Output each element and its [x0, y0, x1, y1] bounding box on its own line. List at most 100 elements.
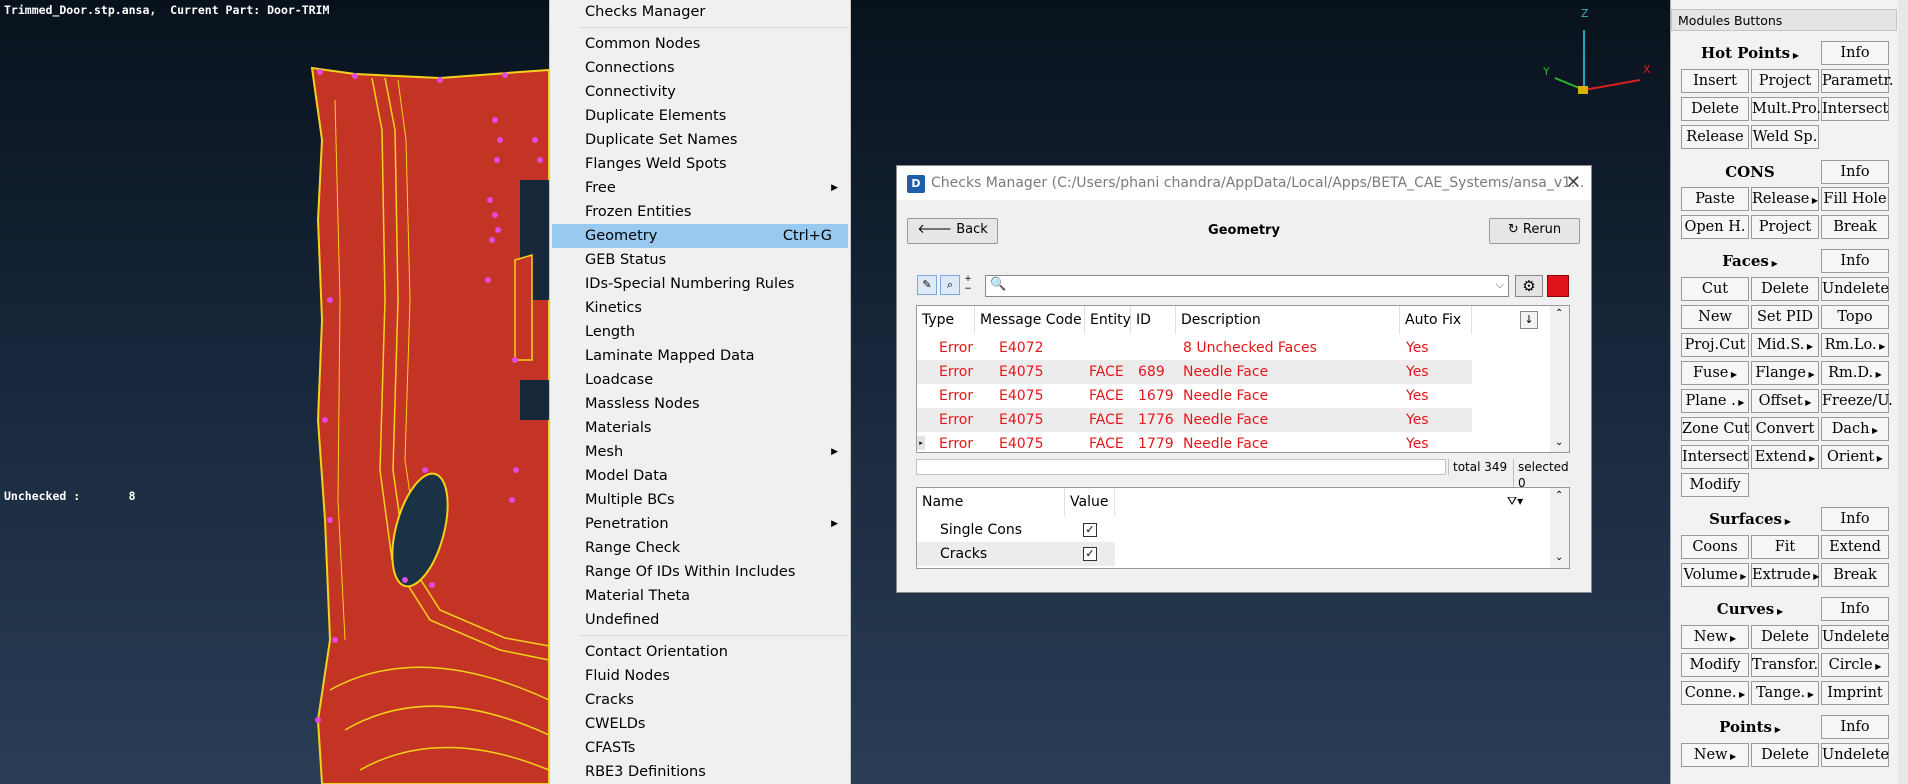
- btn-hp-parametr[interactable]: Parametr.: [1821, 69, 1893, 93]
- btn-cons-release[interactable]: Release ▶: [1751, 187, 1819, 211]
- menu-item-material-theta[interactable]: Material Theta: [550, 584, 850, 608]
- btn-p-delete[interactable]: Delete: [1751, 743, 1819, 767]
- btn-f-flange[interactable]: Flange ▶: [1751, 361, 1819, 385]
- close-icon[interactable]: ✕: [1566, 172, 1581, 193]
- col-id[interactable]: ID: [1131, 306, 1176, 334]
- menu-item-multiple-bcs[interactable]: Multiple BCs: [550, 488, 850, 512]
- menu-item-connections[interactable]: Connections: [550, 56, 850, 80]
- btn-f-modify[interactable]: Modify: [1681, 473, 1749, 497]
- btn-cons-break[interactable]: Break: [1821, 215, 1889, 239]
- btn-f-plane[interactable]: Plane . ▶: [1681, 389, 1749, 413]
- group-curves[interactable]: Curves ▶: [1681, 597, 1819, 621]
- group-surfaces[interactable]: Surfaces ▶: [1681, 507, 1819, 531]
- group-faces[interactable]: Faces ▶: [1681, 249, 1819, 273]
- col-name[interactable]: Name: [917, 488, 1065, 516]
- group-cons[interactable]: CONS: [1681, 160, 1819, 184]
- btn-f-projcut[interactable]: Proj.Cut: [1681, 333, 1749, 357]
- btn-s-extend[interactable]: Extend: [1821, 535, 1889, 559]
- btn-s-volume[interactable]: Volume ▶: [1681, 563, 1749, 587]
- expand-arrow-icon[interactable]: ▸: [917, 436, 925, 450]
- menu-item-contact-orientation[interactable]: Contact Orientation: [550, 640, 850, 664]
- info-button-faces[interactable]: Info: [1821, 249, 1889, 273]
- menu-item-cwelds[interactable]: CWELDs: [550, 712, 850, 736]
- btn-f-fuse[interactable]: Fuse ▶: [1681, 361, 1749, 385]
- menu-item-geometry[interactable]: Geometry Ctrl+G: [552, 224, 848, 248]
- btn-f-extend[interactable]: Extend ▶: [1751, 445, 1819, 469]
- menu-item-laminate-mapped-data[interactable]: Laminate Mapped Data: [550, 344, 850, 368]
- btn-c-new[interactable]: New ▶: [1681, 625, 1749, 649]
- btn-hp-intersect[interactable]: Intersect: [1821, 97, 1889, 121]
- btn-s-break[interactable]: Break: [1821, 563, 1889, 587]
- menu-item-range-of-ids-within-includes[interactable]: Range Of IDs Within Includes: [550, 560, 850, 584]
- scroll-down-icon[interactable]: ⌄: [1555, 437, 1563, 448]
- menu-item-massless-nodes[interactable]: Massless Nodes: [550, 392, 850, 416]
- btn-c-modify[interactable]: Modify: [1681, 653, 1749, 677]
- menu-item-duplicate-set-names[interactable]: Duplicate Set Names: [550, 128, 850, 152]
- btn-c-imprint[interactable]: Imprint: [1821, 681, 1889, 705]
- btn-c-delete[interactable]: Delete: [1751, 625, 1819, 649]
- btn-f-delete[interactable]: Delete: [1751, 277, 1819, 301]
- menu-item-mesh[interactable]: Mesh ▶: [550, 440, 850, 464]
- col-entity[interactable]: Entity: [1085, 306, 1131, 334]
- menu-item-flanges-weld-spots[interactable]: Flanges Weld Spots: [550, 152, 850, 176]
- btn-cons-openh[interactable]: Open H.: [1681, 215, 1749, 239]
- menu-item-cfasts[interactable]: CFASTs: [550, 736, 850, 760]
- btn-hp-multpro[interactable]: Mult.Pro.: [1751, 97, 1821, 121]
- menu-item-free[interactable]: Free ▶: [550, 176, 850, 200]
- col-message-code[interactable]: Message Code: [975, 306, 1085, 334]
- col-auto-fix[interactable]: Auto Fix: [1400, 306, 1472, 334]
- btn-f-freeze[interactable]: Freeze/U.: [1821, 389, 1893, 413]
- btn-s-fit[interactable]: Fit: [1751, 535, 1819, 559]
- results-hscrollbar[interactable]: [916, 459, 1446, 475]
- btn-s-extrude[interactable]: Extrude ▶: [1751, 563, 1819, 587]
- rerun-button[interactable]: ↻ Rerun: [1489, 218, 1580, 244]
- funnel-icon[interactable]: ⛛▾: [1507, 494, 1523, 509]
- btn-c-conne[interactable]: Conne. ▶: [1681, 681, 1749, 705]
- btn-c-transfor[interactable]: Transfor.: [1751, 653, 1819, 677]
- gear-icon[interactable]: ⚙: [1515, 275, 1543, 297]
- menu-item-connectivity[interactable]: Connectivity: [550, 80, 850, 104]
- btn-p-undelete[interactable]: Undelete: [1821, 743, 1889, 767]
- scroll-down-icon[interactable]: ⌄: [1555, 552, 1563, 563]
- btn-f-orient[interactable]: Orient ▶: [1821, 445, 1889, 469]
- btn-f-offset[interactable]: Offset ▶: [1751, 389, 1819, 413]
- btn-cons-paste[interactable]: Paste: [1681, 187, 1749, 211]
- btn-p-new[interactable]: New ▶: [1681, 743, 1749, 767]
- btn-c-tange[interactable]: Tange. ▶: [1751, 681, 1819, 705]
- btn-f-new[interactable]: New: [1681, 305, 1749, 329]
- modules-scrollbar[interactable]: [1898, 0, 1908, 784]
- table-row[interactable]: Error E4075 FACE 1779 Needle Face Yes: [917, 432, 1472, 452]
- btn-cons-project[interactable]: Project: [1751, 215, 1819, 239]
- info-button-curves[interactable]: Info: [1821, 597, 1889, 621]
- menu-item-length[interactable]: Length: [550, 320, 850, 344]
- info-button-hot-points[interactable]: Info: [1821, 41, 1889, 65]
- menu-item-rbe3-definitions[interactable]: RBE3 Definitions: [550, 760, 850, 784]
- menu-item-undefined[interactable]: Undefined: [550, 608, 850, 632]
- btn-f-zonecut[interactable]: Zone Cut: [1681, 417, 1750, 441]
- group-hot-points[interactable]: Hot Points ▶: [1681, 41, 1819, 65]
- info-button-surfaces[interactable]: Info: [1821, 507, 1889, 531]
- btn-f-mids[interactable]: Mid.S. ▶: [1751, 333, 1819, 357]
- scroll-up-icon[interactable]: ⌃: [1555, 490, 1563, 501]
- menu-item-ids-special-numbering-rules[interactable]: IDs-Special Numbering Rules: [550, 272, 850, 296]
- stop-button[interactable]: [1547, 275, 1569, 297]
- menu-item-fluid-nodes[interactable]: Fluid Nodes: [550, 664, 850, 688]
- menu-item-common-nodes[interactable]: Common Nodes: [550, 32, 850, 56]
- filter-input[interactable]: 🔍 ⌵: [985, 275, 1509, 297]
- results-scrollbar[interactable]: [1550, 306, 1569, 452]
- scroll-up-icon[interactable]: ⌃: [1555, 308, 1563, 319]
- btn-f-setpid[interactable]: Set PID: [1751, 305, 1819, 329]
- btn-hp-project[interactable]: Project: [1751, 69, 1819, 93]
- info-button-points[interactable]: Info: [1821, 715, 1889, 739]
- btn-hp-insert[interactable]: Insert: [1681, 69, 1749, 93]
- btn-c-undelete[interactable]: Undelete: [1821, 625, 1889, 649]
- btn-s-coons[interactable]: Coons: [1681, 535, 1749, 559]
- col-description[interactable]: Description: [1176, 306, 1400, 334]
- btn-hp-weldsp[interactable]: Weld Sp.: [1751, 125, 1819, 149]
- group-points[interactable]: Points ▶: [1681, 715, 1819, 739]
- menu-item-cracks[interactable]: Cracks: [550, 688, 850, 712]
- menu-item-kinetics[interactable]: Kinetics: [550, 296, 850, 320]
- menu-item-duplicate-elements[interactable]: Duplicate Elements: [550, 104, 850, 128]
- btn-hp-release[interactable]: Release: [1681, 125, 1749, 149]
- pick-tool-icon[interactable]: ✎: [917, 275, 937, 295]
